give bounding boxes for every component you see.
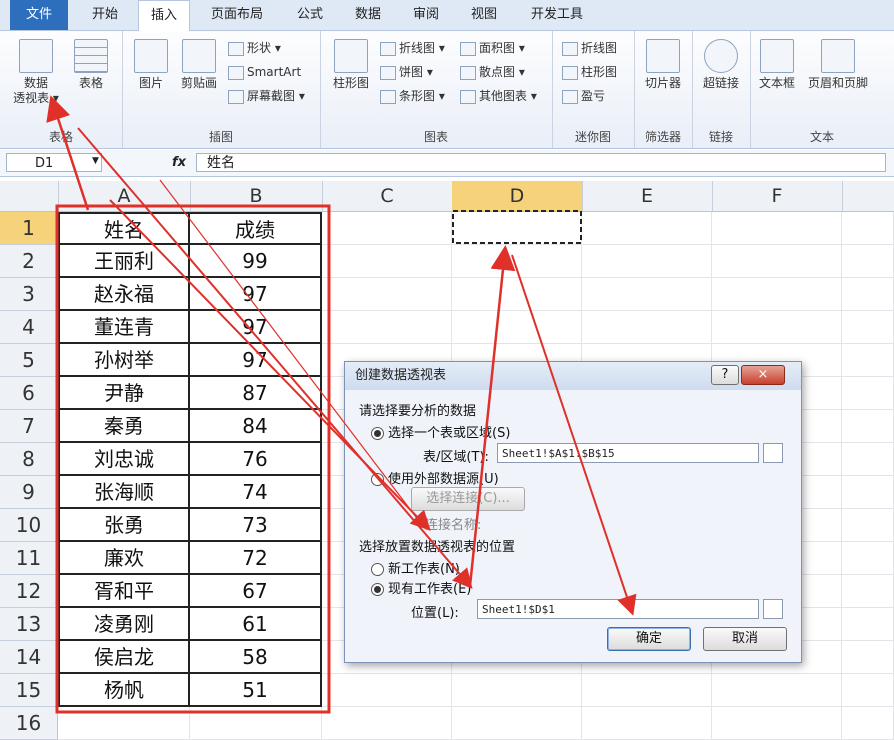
arrow-to-cell-d1 [468,245,516,587]
arrow-to-ok-button [511,254,637,616]
red-highlight-box [55,204,331,714]
arrow-to-existing-worksheet [77,127,473,590]
marching-ants-selection [452,210,582,244]
arrow-to-pivot-button [46,95,90,211]
annotation-overlay [46,95,637,714]
arrow-thin-line [159,179,423,526]
arrow-to-range-input [109,199,431,531]
